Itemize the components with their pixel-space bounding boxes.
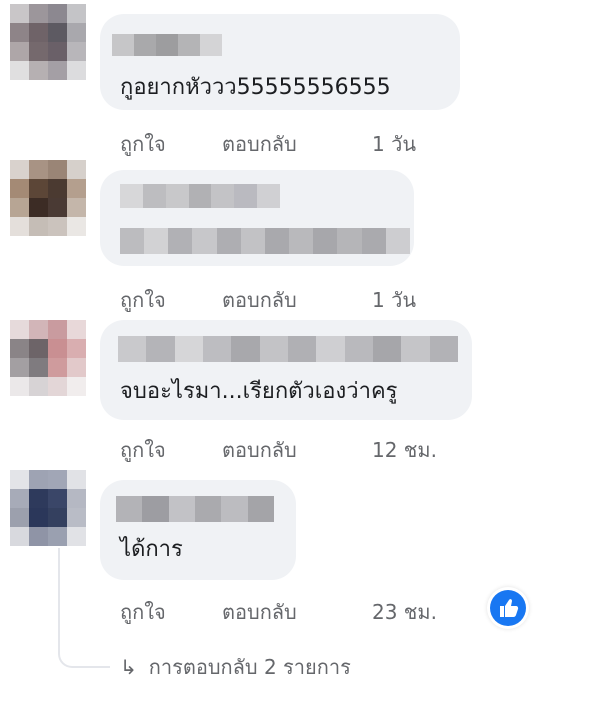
avatar[interactable] (10, 320, 86, 396)
author-name-blurred[interactable] (118, 336, 458, 362)
comment-bubble: จบอะไรมา...เรียกตัวเองว่าครู (100, 320, 472, 420)
like-button[interactable]: ถูกใจ (120, 284, 166, 316)
timestamp[interactable]: 1 วัน (372, 284, 416, 316)
comment-bubble: ได้การ (100, 480, 296, 580)
reply-button[interactable]: ตอบกลับ (222, 128, 297, 160)
avatar[interactable] (10, 160, 86, 236)
like-button[interactable]: ถูกใจ (120, 128, 166, 160)
author-name-blurred[interactable] (116, 496, 274, 522)
reply-arrow-icon: ↳ (120, 655, 137, 679)
reply-button[interactable]: ตอบกลับ (222, 596, 297, 628)
reply-button[interactable]: ตอบกลับ (222, 434, 297, 466)
timestamp[interactable]: 23 ชม. (372, 596, 437, 628)
comment-text-blurred (120, 228, 410, 254)
thumbs-up-icon (500, 599, 519, 617)
view-replies-link[interactable]: ↳ การตอบกลับ 2 รายการ (120, 651, 351, 683)
thread-connector (58, 548, 110, 668)
comment-bubble (100, 170, 414, 266)
timestamp[interactable]: 1 วัน (372, 128, 416, 160)
author-name-blurred[interactable] (120, 184, 280, 208)
like-button[interactable]: ถูกใจ (120, 434, 166, 466)
like-button[interactable]: ถูกใจ (120, 596, 166, 628)
timestamp[interactable]: 12 ชม. (372, 434, 437, 466)
author-name-blurred[interactable] (112, 34, 222, 56)
avatar[interactable] (10, 470, 86, 546)
comment-3: จบอะไรมา...เรียกตัวเองว่าครู ถูกใจ ตอบกล… (0, 320, 600, 470)
reaction-bubble[interactable] (490, 590, 526, 626)
comment-2: ถูกใจ ตอบกลับ 1 วัน (0, 160, 600, 320)
comment-1: กูอยากหัววว55555556555 ถูกใจ ตอบกลับ 1 ว… (0, 0, 600, 160)
replies-count-label: การตอบกลับ 2 รายการ (148, 655, 351, 679)
avatar[interactable] (10, 4, 86, 80)
comment-bubble: กูอยากหัววว55555556555 (100, 14, 460, 110)
comment-text: กูอยากหัววว55555556555 (120, 75, 391, 100)
reply-button[interactable]: ตอบกลับ (222, 284, 297, 316)
comment-text: ได้การ (120, 537, 183, 562)
comment-text: จบอะไรมา...เรียกตัวเองว่าครู (120, 379, 398, 404)
